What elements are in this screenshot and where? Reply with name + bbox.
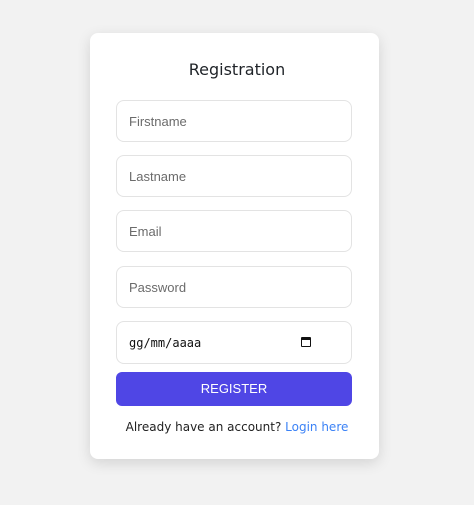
lastname-input[interactable]: [116, 155, 352, 197]
form-title: Registration: [188, 60, 286, 79]
firstname-input[interactable]: [116, 100, 352, 142]
password-input[interactable]: [116, 266, 352, 308]
register-button[interactable]: REGISTER: [116, 372, 352, 406]
login-prompt: Already have an account? Login here: [0, 419, 474, 435]
email-input[interactable]: [116, 210, 352, 252]
calendar-icon[interactable]: [301, 337, 311, 347]
date-placeholder: gg/mm/aaaa: [129, 336, 202, 350]
date-input[interactable]: gg/mm/aaaa: [116, 321, 352, 364]
login-prompt-text: Already have an account?: [125, 420, 286, 434]
login-link[interactable]: Login here: [285, 420, 348, 434]
